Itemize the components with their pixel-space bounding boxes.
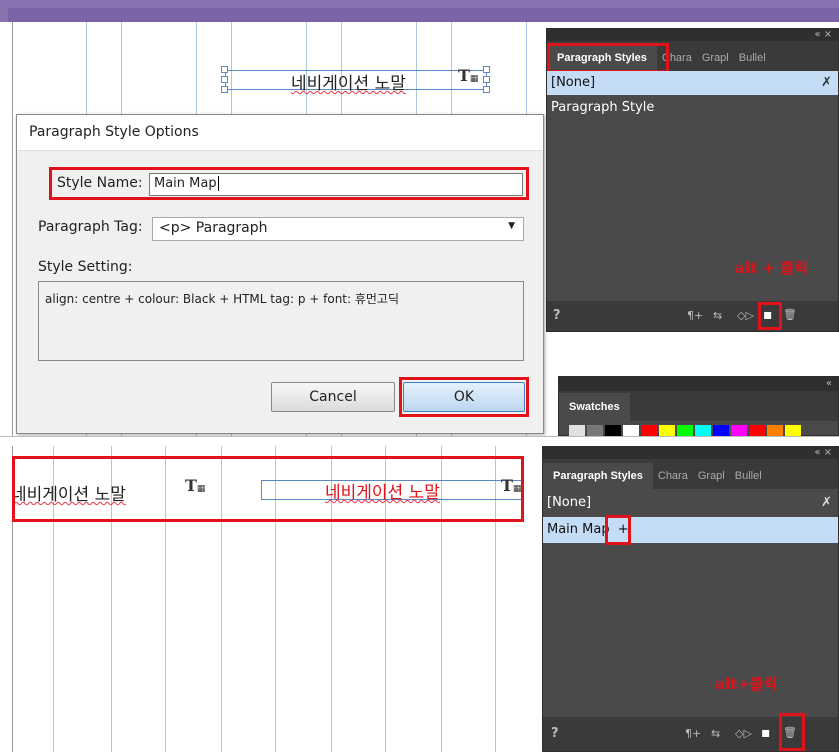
style-row-none[interactable]: [None] ✗: [547, 71, 838, 95]
style-row-main-map[interactable]: Main Map +: [543, 517, 838, 543]
panel-tabs: Paragraph Styles Chara Grapl Bullel: [543, 459, 838, 489]
create-new-style-icon[interactable]: ▪: [761, 725, 771, 741]
panel-collapse-bar[interactable]: « ×: [543, 447, 838, 459]
swatches-panel: « Swatches: [558, 376, 839, 437]
resize-handle[interactable]: [221, 86, 228, 93]
highlight-new-style-button: [779, 713, 805, 751]
tab-graphic-styles[interactable]: Grapl: [697, 45, 734, 71]
redefine-icon[interactable]: ◇▷: [735, 727, 752, 740]
chevron-down-icon: ▼: [508, 221, 515, 231]
panel-footer: ? ¶+ ⇆ ◇▷ ▪ 🗑: [547, 301, 838, 331]
paragraph-tag-label: Paragraph Tag:: [38, 219, 143, 235]
paragraph-styles-panel-bottom: « × Paragraph Styles Chara Grapl Bullel …: [542, 446, 839, 752]
tab-character-styles[interactable]: Chara: [653, 463, 693, 489]
swatches-tabs: Swatches: [559, 391, 838, 421]
style-setting-label: Style Setting:: [38, 259, 133, 275]
paragraph-tag-value: <p> Paragraph: [159, 220, 268, 236]
highlight-style-name: [49, 167, 529, 200]
nav-text[interactable]: 네비게이션 노말: [291, 69, 406, 94]
resize-handle[interactable]: [221, 66, 228, 73]
clear-overrides-icon[interactable]: ⇆: [711, 727, 720, 740]
delete-icon[interactable]: 🗑: [783, 308, 797, 321]
help-icon[interactable]: ?: [551, 726, 559, 741]
new-style-icon[interactable]: ¶+: [685, 727, 701, 740]
resize-handle[interactable]: [483, 76, 490, 83]
resize-handle[interactable]: [483, 66, 490, 73]
document-tab-strip: [8, 8, 839, 22]
help-icon[interactable]: ?: [553, 308, 561, 323]
style-setting-field: align: centre + colour: Black + HTML tag…: [38, 281, 524, 361]
highlight-text-frames: [12, 456, 524, 522]
paragraph-tag-select[interactable]: <p> Paragraph ▼: [152, 217, 524, 241]
style-row-label: [None]: [551, 75, 596, 90]
paragraph-style-options-dialog: Paragraph Style Options Style Name: Main…: [16, 114, 544, 434]
style-row-none[interactable]: [None] ✗: [543, 489, 838, 517]
redefine-icon[interactable]: ◇▷: [737, 309, 754, 322]
resize-handle[interactable]: [483, 86, 490, 93]
clear-overrides-icon[interactable]: ⇆: [713, 309, 722, 322]
pin-icon: ✗: [821, 75, 832, 90]
highlight-ok-button: [399, 377, 529, 417]
panel-collapse-bar[interactable]: « ×: [547, 29, 838, 41]
annotation-alt-click: alt+클릭: [715, 675, 778, 693]
swatches-collapse[interactable]: «: [559, 377, 838, 391]
style-setting-value: align: centre + colour: Black + HTML tag…: [45, 292, 400, 306]
resize-handle[interactable]: [221, 76, 228, 83]
highlight-new-style-button: [758, 302, 782, 330]
paragraph-styles-panel-top: « × Paragraph Styles Chara Grapl Bullel …: [546, 28, 839, 332]
tab-swatches[interactable]: Swatches: [559, 393, 630, 421]
tab-bullets[interactable]: Bullel: [730, 463, 767, 489]
style-row-label: [None]: [547, 495, 592, 510]
text-frame-icon: T▦: [458, 66, 479, 85]
style-row-label: Main Map: [547, 522, 610, 537]
left-margin: [0, 22, 12, 752]
pin-icon: ✗: [821, 495, 832, 510]
tab-paragraph-styles[interactable]: Paragraph Styles: [543, 463, 653, 489]
annotation-alt-click: alt + 클릭: [735, 259, 808, 277]
dialog-title: Paragraph Style Options: [17, 115, 543, 151]
highlight-override-plus: [605, 515, 631, 545]
style-row-paragraph-style[interactable]: Paragraph Style: [547, 95, 838, 121]
tab-graphic-styles[interactable]: Grapl: [693, 463, 730, 489]
new-style-icon[interactable]: ¶+: [687, 309, 703, 322]
highlight-paragraph-styles-tab: [547, 43, 669, 73]
screenshot-divider: [0, 436, 839, 446]
cancel-button[interactable]: Cancel: [271, 382, 395, 412]
tab-bullets[interactable]: Bullel: [734, 45, 771, 71]
